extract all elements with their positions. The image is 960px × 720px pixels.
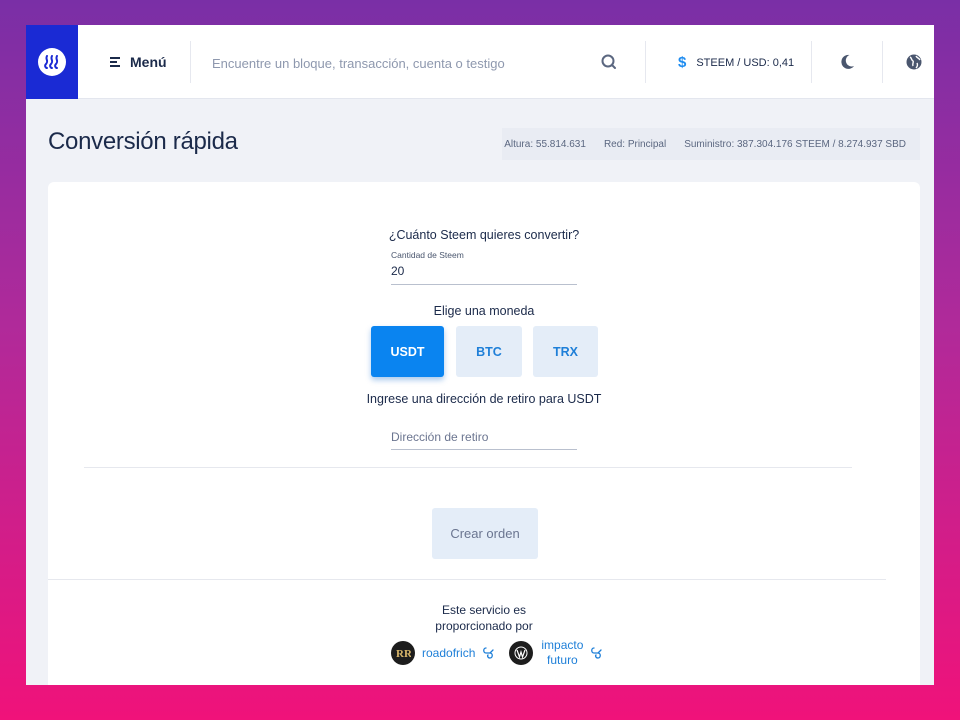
globe-icon[interactable] (905, 53, 923, 71)
provider-name-line-1: impacto (541, 638, 584, 652)
top-bar: Menú $ STEEM / USD: 0,41 (26, 25, 934, 99)
provider-link-roadofrich[interactable]: roadofrich (422, 646, 475, 660)
divider (882, 41, 883, 83)
provided-line-2: proporcionado por (435, 619, 533, 633)
coin-button-trx[interactable]: TRX (533, 326, 598, 377)
svg-text:RR: RR (396, 648, 411, 660)
impactofuturo-avatar (509, 641, 534, 665)
menu-icon (110, 57, 120, 67)
moon-icon[interactable] (838, 53, 856, 71)
steem-logo-icon (38, 48, 66, 76)
divider (190, 41, 191, 83)
divider (645, 41, 646, 83)
coin-button-usdt[interactable]: USDT (371, 326, 444, 377)
amount-field: Cantidad de Steem (391, 250, 577, 285)
divider (811, 41, 812, 83)
search-icon[interactable] (600, 53, 618, 71)
app-window: Menú $ STEEM / USD: 0,41 Conversión rápi… (26, 25, 934, 685)
provider-link-impactofuturo[interactable]: impacto futuro (541, 638, 583, 668)
amount-input[interactable] (391, 261, 571, 281)
provided-line-1: Este servicio es (441, 603, 527, 617)
stat-supply: Suministro: 387.304.176 STEEM / 8.274.93… (684, 138, 906, 150)
amount-question: ¿Cuánto Steem quieres convertir? (388, 228, 580, 242)
external-link-icon[interactable] (589, 646, 603, 660)
coin-button-btc[interactable]: BTC (456, 326, 522, 377)
create-order-button[interactable]: Crear orden (432, 508, 538, 559)
price-text: STEEM / USD: 0,41 (696, 56, 795, 69)
external-link-icon[interactable] (481, 646, 495, 660)
provided-by-text: Este servicio es proporcionado por (48, 602, 920, 634)
page-title: Conversión rápida (48, 128, 238, 155)
form-divider (84, 467, 852, 468)
menu-button[interactable]: Menú (110, 52, 167, 72)
search-input[interactable] (212, 51, 592, 75)
dollar-icon: $ (678, 54, 687, 71)
steem-price: $ STEEM / USD: 0,41 (678, 54, 794, 71)
menu-label: Menú (130, 54, 167, 70)
choose-coin-label: Elige una moneda (433, 304, 535, 318)
withdraw-address-input[interactable] (391, 427, 571, 447)
conversion-card: ¿Cuánto Steem quieres convertir? Cantida… (48, 182, 920, 685)
stat-network: Red: Principal (603, 138, 667, 150)
stat-height: Altura: 55.814.631 (504, 138, 586, 150)
amount-label: Cantidad de Steem (391, 250, 464, 260)
steem-logo[interactable] (26, 25, 78, 99)
footer-divider (48, 579, 886, 580)
provider-name-line-2: futuro (547, 653, 578, 667)
withdraw-field (391, 425, 577, 450)
providers-list: RR roadofrich impacto futuro (391, 637, 603, 669)
network-stats: Altura: 55.814.631 Red: Principal Sumini… (502, 128, 920, 160)
roadofrich-avatar: RR (391, 641, 415, 665)
withdraw-label: Ingrese una dirección de retiro para USD… (366, 392, 602, 406)
